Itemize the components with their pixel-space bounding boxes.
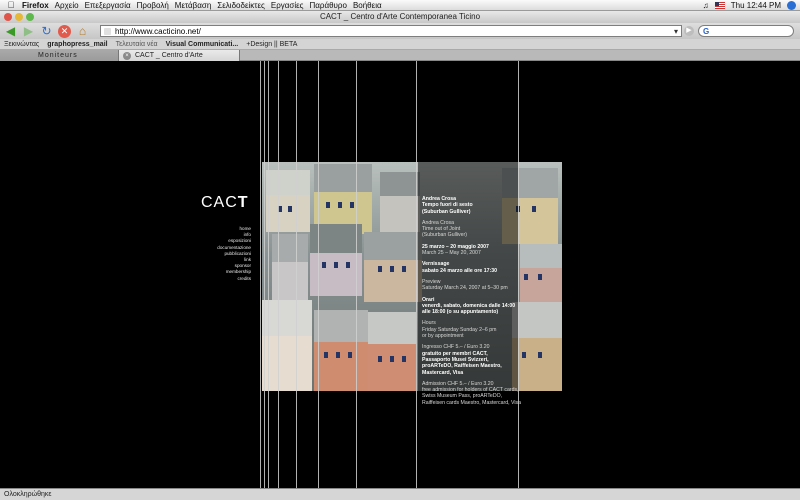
close-window-icon[interactable] <box>4 13 12 21</box>
url-bar[interactable]: http://www.cacticino.net/ ▾ <box>100 25 682 37</box>
window-title: CACT _ Centro d'Arte Contemporanea Ticin… <box>319 12 481 21</box>
menu-view[interactable]: Προβολή <box>137 0 175 11</box>
bookmarks-toolbar: Ξεκινώντας graphopress_mail Τελευταία νέ… <box>0 39 800 50</box>
vertical-line <box>318 61 319 488</box>
status-bar: Ολοκληρώθηκε <box>0 488 800 500</box>
mac-menubar:  Firefox Αρχείο Επεξεργασία Προβολή Μετ… <box>0 0 800 11</box>
back-button[interactable]: ◀ <box>3 24 18 39</box>
vertical-line <box>268 61 269 488</box>
clock[interactable]: Thu 12:44 PM <box>731 0 781 11</box>
tab-cact[interactable]: × CACT _ Centro d'Arte Contempor... <box>118 50 240 70</box>
bookmark-design-beta[interactable]: +Design || BETA <box>246 41 297 48</box>
menu-bookmarks[interactable]: Σελιδοδείκτες <box>217 0 271 11</box>
nav-credits[interactable]: credits <box>200 276 251 282</box>
menu-edit[interactable]: Επεξεργασία <box>85 0 137 11</box>
site-navigation: home info esposizioni documentazione pub… <box>200 226 251 282</box>
exhibition-info: Andrea Crosa Tempo fuori di sesto (Subur… <box>422 196 522 406</box>
menu-help[interactable]: Βοήθεια <box>353 0 388 11</box>
url-dropdown-icon[interactable]: ▾ <box>674 26 678 37</box>
house-shape <box>266 170 310 232</box>
logo-text-bold: T <box>237 194 249 211</box>
cact-logo[interactable]: CACT <box>201 194 249 212</box>
house-shape <box>368 312 416 391</box>
forward-arrow-icon: ▶ <box>23 24 34 38</box>
home-icon: ⌂ <box>78 24 87 38</box>
reload-button[interactable]: ↻ <box>39 24 54 39</box>
vertical-line <box>356 61 357 488</box>
menu-go[interactable]: Μετάβαση <box>175 0 218 11</box>
forward-button[interactable]: ▶ <box>21 24 36 39</box>
bookmark-latest-news[interactable]: Τελευταία νέα <box>116 41 158 48</box>
home-button[interactable]: ⌂ <box>75 24 90 39</box>
menu-tools[interactable]: Εργασίες <box>271 0 310 11</box>
vertical-line <box>260 61 261 488</box>
flag-icon[interactable] <box>714 1 725 9</box>
apple-icon[interactable]:  <box>0 0 22 11</box>
site-favicon-icon <box>104 28 111 35</box>
vertical-line <box>296 61 297 488</box>
search-input[interactable]: G <box>698 25 794 37</box>
preview-date: Saturday March 24, 2007 at 5–30 pm <box>422 285 508 292</box>
menu-window[interactable]: Παράθυρο <box>310 0 353 11</box>
status-text: Ολοκληρώθηκε <box>4 491 52 498</box>
bookmark-graphopress-mail[interactable]: graphopress_mail <box>47 41 107 48</box>
stop-button[interactable]: ✕ <box>57 24 72 39</box>
tabs-bar: Moniteurs × CACT _ Centro d'Arte Contemp… <box>0 50 800 70</box>
close-tab-icon[interactable]: × <box>123 52 131 60</box>
admission-line-4: Raiffeisen cards Maestro, Mastercard, Vi… <box>422 399 521 406</box>
house-shape <box>314 310 368 391</box>
navigation-toolbar: ◀ ▶ ↻ ✕ ⌂ http://www.cacticino.net/ ▾ ▶ … <box>0 23 800 39</box>
vertical-line <box>264 61 265 488</box>
url-text: http://www.cacticino.net/ <box>115 27 201 36</box>
volume-icon[interactable]: ♫ <box>703 0 709 11</box>
window-titlebar: CACT _ Centro d'Arte Contemporanea Ticin… <box>0 11 800 23</box>
menu-file[interactable]: Αρχείο <box>55 0 85 11</box>
go-button[interactable]: ▶ <box>684 26 694 36</box>
menu-app-name[interactable]: Firefox <box>22 0 55 11</box>
stop-icon: ✕ <box>58 24 71 38</box>
spotlight-icon[interactable] <box>787 0 796 10</box>
page-content: CACT home info esposizioni documentazion… <box>0 61 800 488</box>
back-arrow-icon: ◀ <box>5 24 16 38</box>
google-search-icon: G <box>703 27 710 36</box>
logo-text: CAC <box>201 194 238 211</box>
minimize-window-icon[interactable] <box>15 13 23 21</box>
house-shape <box>380 172 420 232</box>
tab-moniteurs[interactable]: Moniteurs <box>0 50 118 61</box>
reload-icon: ↻ <box>41 24 52 38</box>
bookmark-visual-communication[interactable]: Visual Communicati... <box>166 41 239 48</box>
bookmark-getting-started[interactable]: Ξεκινώντας <box>4 41 39 48</box>
zoom-window-icon[interactable] <box>26 13 34 21</box>
house-shape <box>262 300 312 391</box>
vertical-line <box>278 61 279 488</box>
vertical-line <box>416 61 417 488</box>
